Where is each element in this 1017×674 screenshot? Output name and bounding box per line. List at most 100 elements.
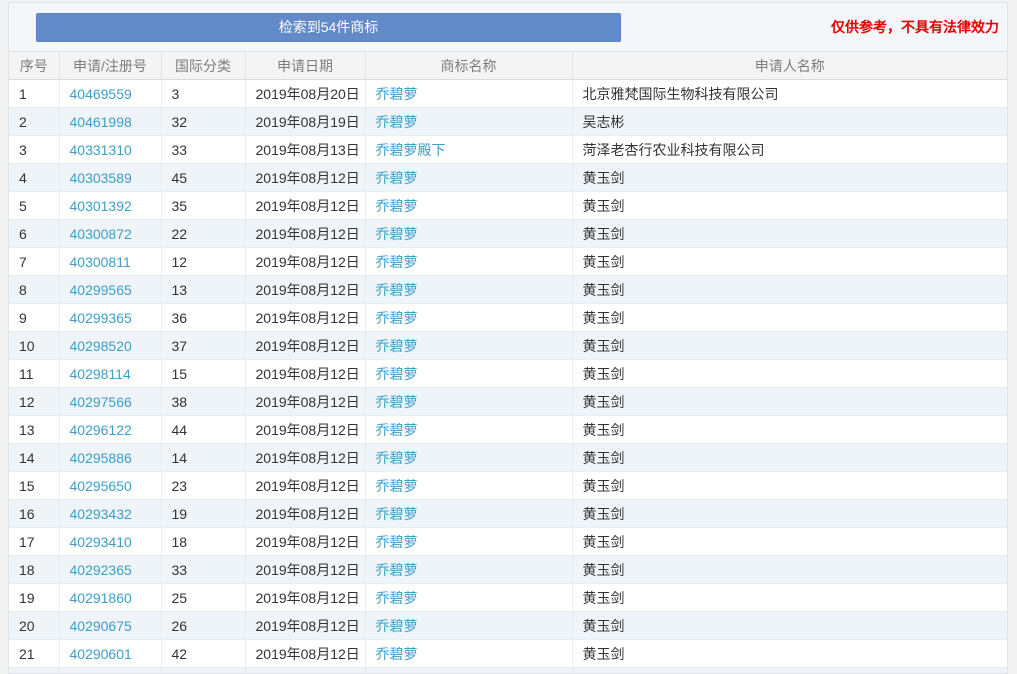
- table-row: 16 40293432 19 2019年08月12日 乔碧萝 黄玉剑: [9, 499, 1007, 528]
- table-row: 18 40292365 33 2019年08月12日 乔碧萝 黄玉剑: [9, 555, 1007, 584]
- reg-number-link[interactable]: 40303589: [70, 170, 132, 186]
- reg-number-link[interactable]: 40297566: [70, 394, 132, 410]
- trademark-name-link[interactable]: 乔碧萝: [376, 590, 418, 606]
- trademark-name-link[interactable]: 乔碧萝: [376, 422, 418, 438]
- cell-apply-date: 2019年08月12日: [245, 611, 366, 640]
- trademark-name-link[interactable]: 乔碧萝: [376, 366, 418, 382]
- results-table: 序号 申请/注册号 国际分类 申请日期 商标名称 申请人名称 1 40469559 3 2…: [9, 51, 1007, 673]
- cell-applicant: 黄玉剑: [572, 191, 1007, 220]
- reg-number-link[interactable]: 40293410: [70, 534, 132, 550]
- cell-applicant: 黄玉剑: [572, 275, 1007, 304]
- table-row: 7 40300811 12 2019年08月12日 乔碧萝 黄玉剑: [9, 247, 1007, 276]
- reg-number-link[interactable]: 40296122: [70, 422, 132, 438]
- cell-trademark: 乔碧萝: [365, 639, 573, 668]
- table-row: 3 40331310 33 2019年08月13日 乔碧萝殿下 菏泽老杏行农业科…: [9, 135, 1007, 164]
- cell-apply-date: 2019年08月12日: [245, 275, 366, 304]
- cell-apply-date: 2019年08月12日: [245, 443, 366, 472]
- trademark-name-link[interactable]: 乔碧萝: [376, 394, 418, 410]
- trademark-name-link[interactable]: 乔碧萝: [376, 534, 418, 550]
- reg-number-link[interactable]: 40292365: [70, 562, 132, 578]
- cell-trademark: 乔碧萝: [365, 555, 573, 584]
- trademark-name-link[interactable]: 乔碧萝: [376, 618, 418, 634]
- cell-applicant: 黄玉剑: [572, 527, 1007, 556]
- reg-number-link[interactable]: 40300872: [70, 226, 132, 242]
- table-row: 15 40295650 23 2019年08月12日 乔碧萝 黄玉剑: [9, 471, 1007, 500]
- cell-applicant: 黄玉剑: [572, 247, 1007, 276]
- reg-number-link[interactable]: 40293432: [70, 506, 132, 522]
- cell-intl-class: 33: [161, 135, 246, 164]
- trademark-name-link[interactable]: 乔碧萝: [376, 170, 418, 186]
- cell-serial: 19: [9, 583, 60, 612]
- reg-number-link[interactable]: 40298114: [70, 366, 131, 382]
- cell-trademark: 乔碧萝: [365, 471, 573, 500]
- cell-reg-number: 40297566: [59, 387, 162, 416]
- cell-serial: 17: [9, 527, 60, 556]
- reg-number-link[interactable]: 40301392: [70, 198, 132, 214]
- cell-reg-number: 40298520: [59, 331, 162, 360]
- cell-applicant: 黄玉剑: [572, 443, 1007, 472]
- cell-trademark: 乔碧萝: [365, 443, 573, 472]
- cell-applicant: 菏泽老杏行农业科技有限公司: [572, 135, 1007, 164]
- cell-apply-date: 2019年08月12日: [245, 191, 366, 220]
- trademark-name-link[interactable]: 乔碧萝殿下: [376, 142, 446, 158]
- cell-apply-date: 2019年08月12日: [245, 331, 366, 360]
- trademark-name-link[interactable]: 乔碧萝: [376, 114, 418, 130]
- cell-applicant: 黄玉剑: [572, 331, 1007, 360]
- cell-applicant: 黄玉剑: [572, 359, 1007, 388]
- reg-number-link[interactable]: 40298520: [70, 338, 132, 354]
- trademark-name-link[interactable]: 乔碧萝: [376, 86, 418, 102]
- cell-intl-class: 36: [161, 303, 246, 332]
- cell-serial: 13: [9, 415, 60, 444]
- trademark-name-link[interactable]: 乔碧萝: [376, 254, 418, 270]
- cell-intl-class: 44: [161, 415, 246, 444]
- table-row: 9 40299365 36 2019年08月12日 乔碧萝 黄玉剑: [9, 303, 1007, 332]
- cell-trademark: 乔碧萝: [365, 499, 573, 528]
- column-header: 申请人名称: [572, 51, 1007, 80]
- reg-number-link[interactable]: 40295650: [70, 478, 132, 494]
- reg-number-link[interactable]: 40299565: [70, 282, 132, 298]
- cell-serial: 8: [9, 275, 60, 304]
- cell-trademark: 乔碧萝: [365, 163, 573, 192]
- cell-intl-class: 25: [161, 583, 246, 612]
- cell-applicant: 北京雅梵国际生物科技有限公司: [572, 79, 1007, 108]
- result-count-button[interactable]: 检索到54件商标: [36, 12, 621, 42]
- trademark-name-link[interactable]: 乔碧萝: [376, 226, 418, 242]
- reg-number-link[interactable]: 40461998: [70, 114, 132, 130]
- trademark-name-link[interactable]: 乔碧萝: [376, 478, 418, 494]
- cell-trademark: 乔碧萝: [365, 275, 573, 304]
- cell-serial: 9: [9, 303, 60, 332]
- cell-reg-number: 40293432: [59, 499, 162, 528]
- cell-reg-number: 40295886: [59, 443, 162, 472]
- cell-trademark: 乔碧萝: [365, 107, 573, 136]
- cell-serial: 18: [9, 555, 60, 584]
- reg-number-link[interactable]: 40291860: [70, 590, 132, 606]
- trademark-name-link[interactable]: 乔碧萝: [376, 310, 418, 326]
- reg-number-link[interactable]: 40299365: [70, 310, 132, 326]
- cell-applicant: 黄玉剑: [572, 639, 1007, 668]
- cell-intl-class: 38: [161, 387, 246, 416]
- column-header: 商标名称: [365, 51, 573, 80]
- cell-serial: 5: [9, 191, 60, 220]
- cell-applicant: 黄玉剑: [572, 303, 1007, 332]
- trademark-name-link[interactable]: 乔碧萝: [376, 506, 418, 522]
- trademark-name-link[interactable]: 乔碧萝: [376, 338, 418, 354]
- reg-number-link[interactable]: 40331310: [70, 142, 132, 158]
- cell-intl-class: 23: [161, 471, 246, 500]
- trademark-name-link[interactable]: 乔碧萝: [376, 646, 418, 662]
- cell-apply-date: 2019年08月12日: [245, 247, 366, 276]
- trademark-name-link[interactable]: 乔碧萝: [376, 198, 418, 214]
- reg-number-link[interactable]: 40295886: [70, 450, 132, 466]
- trademark-name-link[interactable]: 乔碧萝: [376, 450, 418, 466]
- results-body: 1 40469559 3 2019年08月20日 乔碧萝 北京雅梵国际生物科技有…: [9, 79, 1007, 668]
- table-row: 10 40298520 37 2019年08月12日 乔碧萝 黄玉剑: [9, 331, 1007, 360]
- cell-intl-class: 42: [161, 639, 246, 668]
- reg-number-link[interactable]: 40290601: [70, 646, 132, 662]
- trademark-name-link[interactable]: 乔碧萝: [376, 282, 418, 298]
- cell-reg-number: 40331310: [59, 135, 162, 164]
- cell-trademark: 乔碧萝: [365, 611, 573, 640]
- trademark-name-link[interactable]: 乔碧萝: [376, 562, 418, 578]
- cell-reg-number: 40295650: [59, 471, 162, 500]
- reg-number-link[interactable]: 40300811: [70, 254, 131, 270]
- reg-number-link[interactable]: 40290675: [70, 618, 132, 634]
- reg-number-link[interactable]: 40469559: [70, 86, 132, 102]
